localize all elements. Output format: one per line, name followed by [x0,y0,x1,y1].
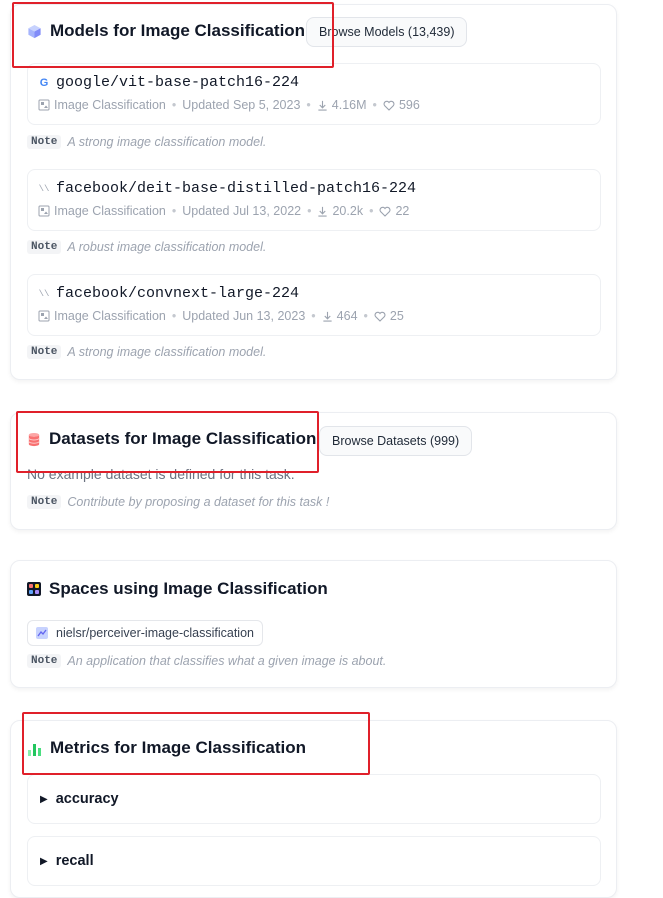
note-tag: Note [27,495,62,509]
heart-icon [374,311,386,322]
expand-triangle-icon: ▶ [40,793,48,805]
download-icon [322,311,333,322]
model-note: Note A strong image classification model… [27,345,266,359]
note-tag: Note [27,654,62,668]
spaces-card: Spaces using Image Classification nielsr… [10,560,617,688]
bar-chart-icon [28,743,41,756]
model-name: facebook/deit-base-distilled-patch16-224 [56,180,417,197]
metric-label: accuracy [55,791,119,807]
empty-datasets-text: No example dataset is defined for this t… [27,466,295,482]
models-header: Models for Image Classification [27,21,305,41]
cube-icon [28,24,41,38]
download-icon [317,100,328,111]
meta-logo-icon: \\ [38,288,50,299]
metric-accuracy[interactable]: ▶ accuracy [27,774,601,824]
model-card[interactable]: \\ facebook/deit-base-distilled-patch16-… [27,169,601,231]
model-note: Note A robust image classification model… [27,240,266,254]
spaces-note: Note An application that classifies what… [27,654,386,668]
heart-icon [383,100,395,111]
note-text: Contribute by proposing a dataset for th… [67,495,330,509]
browse-datasets-button[interactable]: Browse Datasets (999) [319,426,473,456]
image-classification-icon [38,205,50,217]
model-task: Image Classification [54,204,166,218]
space-chip[interactable]: nielsr/perceiver-image-classification [27,620,263,646]
models-card: Models for Image Classification Browse M… [10,4,617,380]
model-updated: Updated Sep 5, 2023 [182,98,301,112]
note-tag: Note [27,135,62,149]
note-tag: Note [27,240,62,254]
note-text: A strong image classification model. [67,345,267,359]
model-updated: Updated Jul 13, 2022 [182,204,302,218]
model-downloads: 20.2k [332,204,364,218]
model-likes: 25 [389,309,404,323]
spaces-header: Spaces using Image Classification [27,579,328,599]
spaces-grid-icon [27,582,41,596]
note-text: A robust image classification model. [67,240,267,254]
note-text: An application that classifies what a gi… [67,654,387,668]
heart-icon [379,206,391,217]
space-thumbnail-icon [36,627,48,639]
google-logo-icon: G [39,76,49,89]
model-card[interactable]: G google/vit-base-patch16-224 Image Clas… [27,63,601,125]
datasets-card: Datasets for Image Classification Browse… [10,412,617,530]
browse-models-button[interactable]: Browse Models (13,439) [306,17,468,47]
model-likes: 596 [398,98,420,112]
models-title: Models for Image Classification [50,21,306,40]
metrics-header: Metrics for Image Classification [27,738,306,758]
datasets-title: Datasets for Image Classification [49,429,317,448]
model-downloads: 4.16M [331,98,367,112]
space-name: nielsr/perceiver-image-classification [56,626,254,640]
model-updated: Updated Jun 13, 2023 [182,309,306,323]
meta-logo-icon: \\ [38,183,50,194]
model-downloads: 464 [336,309,358,323]
datasets-note: Note Contribute by proposing a dataset f… [27,495,329,509]
model-task: Image Classification [54,309,166,323]
model-name: facebook/convnext-large-224 [56,285,300,302]
metrics-title: Metrics for Image Classification [50,738,307,757]
image-classification-icon [38,310,50,322]
metrics-card: Metrics for Image Classification ▶ accur… [10,720,617,898]
model-note: Note A strong image classification model… [27,135,266,149]
model-likes: 22 [395,204,410,218]
spaces-title: Spaces using Image Classification [49,579,328,598]
datasets-header: Datasets for Image Classification [27,429,316,449]
expand-triangle-icon: ▶ [40,855,48,867]
note-text: A strong image classification model. [67,135,267,149]
database-icon [28,432,40,446]
download-icon [317,206,328,217]
metric-recall[interactable]: ▶ recall [27,836,601,886]
model-task: Image Classification [54,98,166,112]
image-classification-icon [38,99,50,111]
metric-label: recall [55,853,94,869]
note-tag: Note [27,345,62,359]
model-name: google/vit-base-patch16-224 [56,74,300,91]
model-card[interactable]: \\ facebook/convnext-large-224 Image Cla… [27,274,601,336]
